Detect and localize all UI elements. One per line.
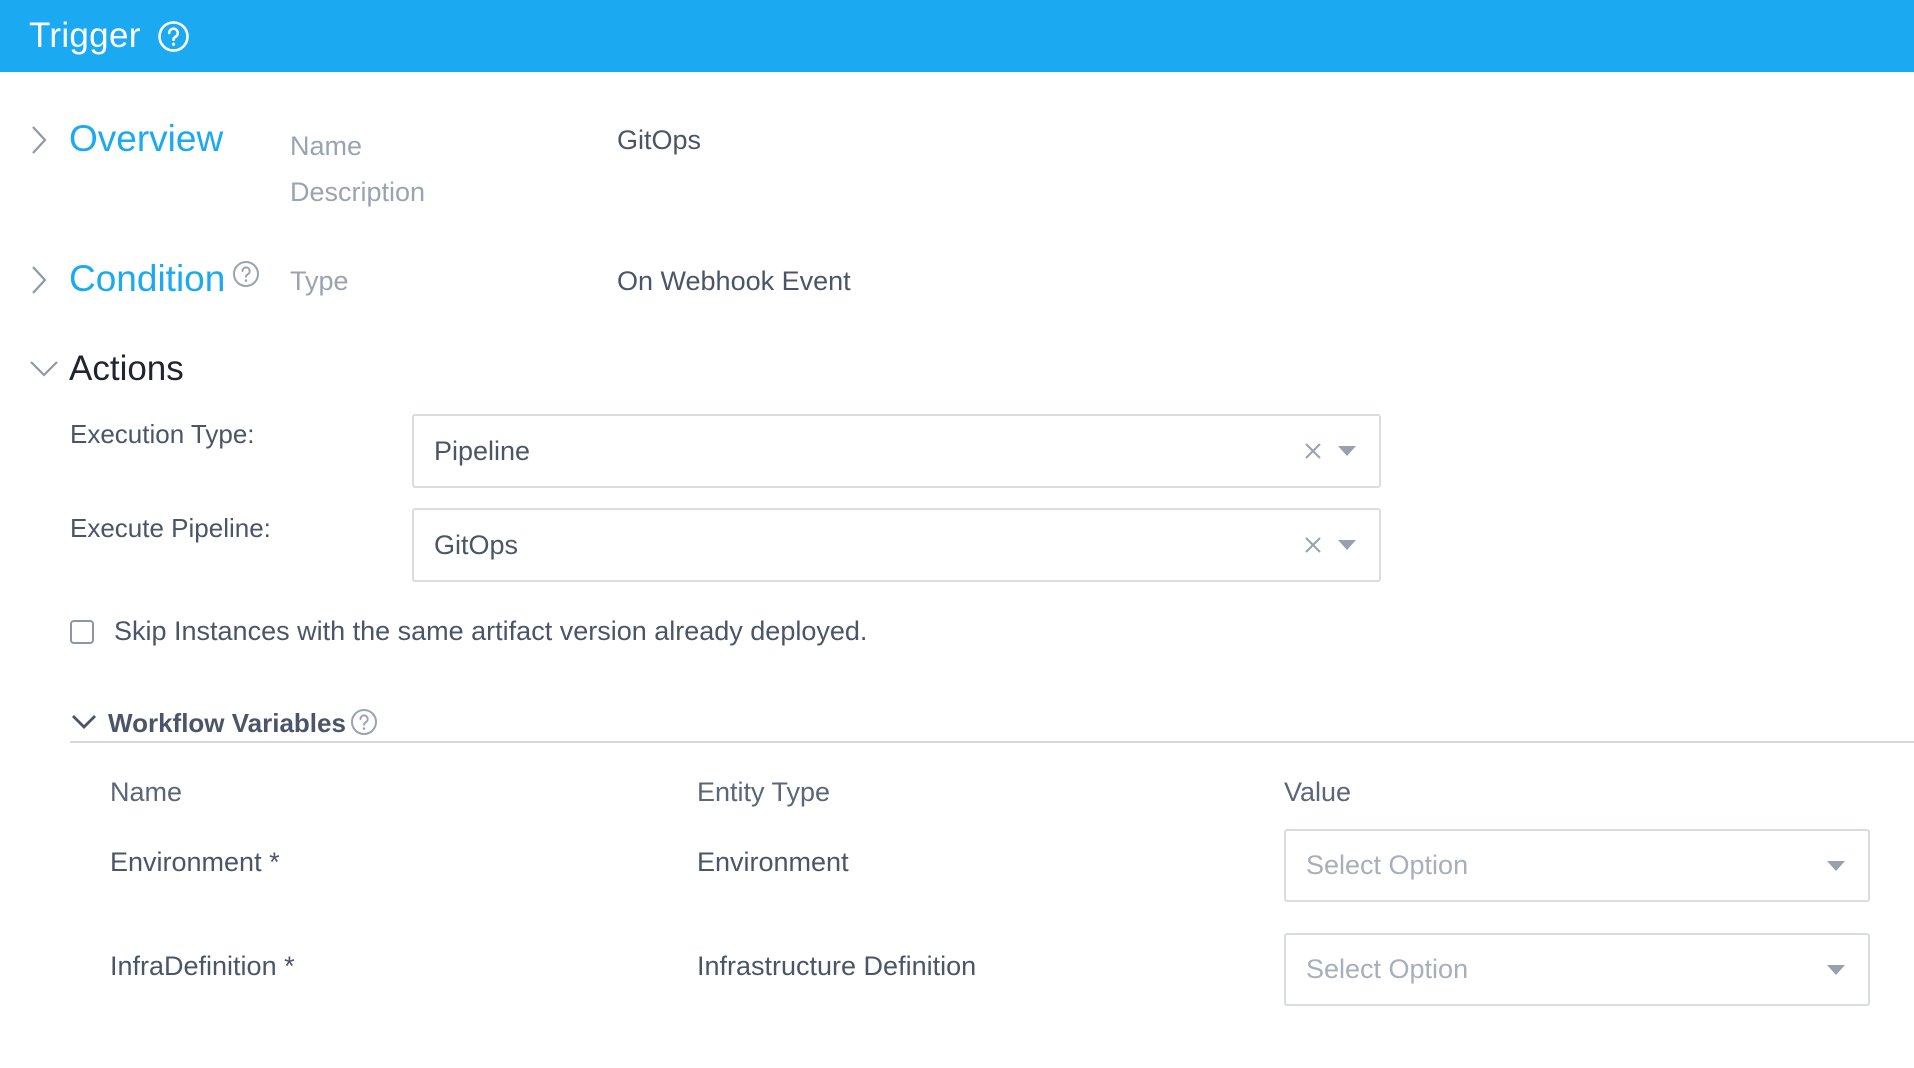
overview-expand-chevron-right-icon[interactable] bbox=[30, 124, 48, 161]
variable-entity-type: Environment bbox=[697, 847, 849, 877]
column-header-name: Name bbox=[110, 777, 183, 807]
help-circle-icon[interactable] bbox=[157, 20, 190, 53]
trigger-header: Trigger bbox=[0, 0, 1914, 72]
type-label: Type bbox=[290, 266, 349, 296]
name-label: Name bbox=[290, 131, 363, 161]
header-title: Trigger bbox=[29, 16, 141, 55]
overview-heading[interactable]: Overview bbox=[69, 120, 223, 157]
skip-instances-checkbox[interactable] bbox=[70, 620, 94, 644]
dropdown-caret-icon[interactable] bbox=[1824, 958, 1848, 982]
column-header-value: Value bbox=[1284, 777, 1352, 807]
select-placeholder: Select Option bbox=[1306, 850, 1469, 880]
variable-name: InfraDefinition * bbox=[110, 951, 295, 981]
execution-type-select[interactable]: Pipeline bbox=[412, 414, 1381, 488]
execution-type-value: Pipeline bbox=[434, 435, 531, 466]
workflow-variables-heading[interactable]: Workflow Variables bbox=[108, 710, 346, 736]
execute-pipeline-value: GitOps bbox=[434, 529, 519, 560]
environment-value-select[interactable]: Select Option bbox=[1284, 829, 1870, 902]
name-value: GitOps bbox=[617, 125, 702, 155]
infradefinition-value-select[interactable]: Select Option bbox=[1284, 933, 1870, 1006]
variable-name: Environment * bbox=[110, 847, 280, 877]
workflow-variables-help-icon[interactable] bbox=[350, 708, 378, 741]
execution-type-label: Execution Type: bbox=[70, 419, 255, 449]
workflow-variables-chevron-down-icon[interactable] bbox=[70, 712, 98, 737]
clear-x-icon[interactable] bbox=[1301, 533, 1325, 557]
type-value: On Webhook Event bbox=[617, 266, 851, 296]
actions-collapse-chevron-down-icon[interactable] bbox=[28, 358, 60, 385]
column-header-entity-type: Entity Type bbox=[697, 777, 831, 807]
skip-instances-label: Skip Instances with the same artifact ve… bbox=[114, 616, 868, 646]
condition-heading[interactable]: Condition bbox=[69, 260, 225, 297]
dropdown-caret-icon[interactable] bbox=[1824, 854, 1848, 878]
condition-expand-chevron-right-icon[interactable] bbox=[30, 264, 48, 301]
actions-heading: Actions bbox=[69, 349, 184, 388]
dropdown-caret-icon[interactable] bbox=[1335, 533, 1359, 557]
execute-pipeline-select[interactable]: GitOps bbox=[412, 508, 1381, 582]
variable-entity-type: Infrastructure Definition bbox=[697, 951, 977, 981]
condition-help-icon[interactable] bbox=[232, 260, 260, 293]
workflow-variables-divider bbox=[70, 741, 1914, 743]
select-placeholder: Select Option bbox=[1306, 954, 1469, 984]
execute-pipeline-label: Execute Pipeline: bbox=[70, 513, 271, 543]
description-label: Description bbox=[290, 177, 426, 207]
clear-x-icon[interactable] bbox=[1301, 439, 1325, 463]
dropdown-caret-icon[interactable] bbox=[1335, 439, 1359, 463]
